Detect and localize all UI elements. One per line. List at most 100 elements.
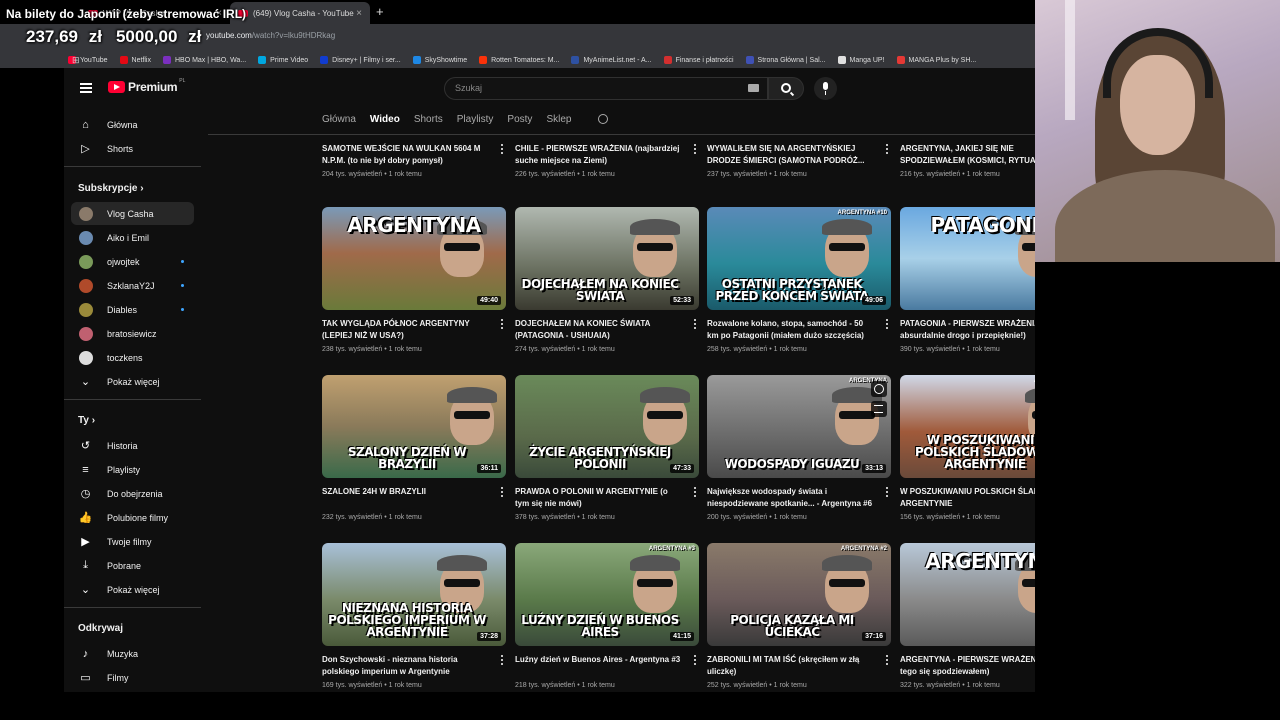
bookmark-item[interactable]: Prime Video <box>258 56 308 64</box>
video-title[interactable]: Rozwalone kolano, stopa, samochód - 50 k… <box>707 318 875 342</box>
sidebar-item-movies[interactable]: ▭ Filmy <box>71 666 194 689</box>
bookmark-label: MyAnimeList.net - A... <box>583 56 652 64</box>
sidebar-item-watch-later[interactable]: ◷ Do obejrzenia <box>71 482 194 505</box>
video-thumbnail[interactable]: LUŹNY DZIEŃ W BUENOS AIRES ARGENTYNA #3 41… <box>515 543 699 646</box>
more-actions-icon[interactable] <box>886 319 889 329</box>
video-title[interactable]: ZABRONILI MI TAM IŚĆ (skręciłem w złą ul… <box>707 654 875 678</box>
sidebar-item-your-videos[interactable]: ▶ Twoje filmy <box>71 530 194 553</box>
bookmark-item[interactable]: Strona Główna | Sal... <box>745 56 826 64</box>
you-heading[interactable]: Ty › <box>78 415 95 426</box>
sidebar-subscription[interactable]: Vlog Casha <box>71 202 194 225</box>
video-card[interactable]: LUŹNY DZIEŃ W BUENOS AIRES ARGENTYNA #3 41… <box>515 543 699 689</box>
more-actions-icon[interactable] <box>501 144 504 154</box>
video-card[interactable]: SZALONY DZIEŃ W BRAZYLII 36:11 SZALONE 24H… <box>322 375 506 521</box>
video-thumbnail[interactable]: SZALONY DZIEŃ W BRAZYLII 36:11 <box>322 375 506 478</box>
search-button[interactable] <box>768 77 804 100</box>
video-thumbnail[interactable]: DOJECHAŁEM NA KONIEC ŚWIATA 52:33 <box>515 207 699 310</box>
video-title[interactable]: Największe wodospady świata i niespodzie… <box>707 486 875 510</box>
bookmark-item[interactable]: Disney+ | Filmy i ser... <box>320 56 401 64</box>
video-title[interactable]: SZALONE 24H W BRAZYLII <box>322 486 490 510</box>
video-card[interactable]: OSTATNI PRZYSTANEK PRZED KOŃCEM ŚWIATA AR… <box>707 207 891 353</box>
bookmark-item[interactable]: MANGA Plus by SH... <box>896 56 976 64</box>
upload-age: 1 rok temu <box>966 171 1000 178</box>
new-tab-icon[interactable]: + <box>376 4 384 19</box>
sidebar-item-music[interactable]: ♪ Muzyka <box>71 642 194 665</box>
show-more-subscriptions[interactable]: ⌄ Pokaż więcej <box>71 370 194 393</box>
kebab-dot <box>886 148 888 150</box>
bookmark-item[interactable]: MyAnimeList.net - A... <box>571 56 652 64</box>
video-thumbnail[interactable]: POLICJA KAZAŁA MI UCIEKAĆ ARGENTYNA #2 37:… <box>707 543 891 646</box>
video-card[interactable]: NIEZNANA HISTORIA POLSKIEGO IMPERIUM W A… <box>322 543 506 689</box>
subscriptions-heading[interactable]: Subskrypcje › <box>78 183 144 194</box>
video-title[interactable]: Luźny dzień w Buenos Aires - Argentyna #… <box>515 654 683 678</box>
channel-tab[interactable]: Wideo <box>370 114 400 125</box>
channel-tab[interactable]: Shorts <box>414 114 443 125</box>
video-title[interactable]: Don Szychowski - nieznana historia polsk… <box>322 654 490 678</box>
sidebar-subscription[interactable]: Diables <box>71 298 194 321</box>
url-text[interactable]: youtube.com/watch?v=lku9tHDRkag <box>206 31 335 40</box>
sidebar-item-shorts[interactable]: ▷ Shorts <box>71 137 194 160</box>
video-thumbnail[interactable]: OSTATNI PRZYSTANEK PRZED KOŃCEM ŚWIATA AR… <box>707 207 891 310</box>
video-card[interactable]: ARGENTYNA 49:40 TAK WYGLĄDA PÓŁNOC ARGENTY… <box>322 207 506 353</box>
sidebar-subscription[interactable]: Aiko i Emil <box>71 226 194 249</box>
search-input[interactable]: Szukaj <box>444 77 768 100</box>
sidebar-subscription[interactable]: toczkens <box>71 346 194 369</box>
video-card[interactable]: WODOSPADY IGUAZU ARGENTYNA 33:13 Największe… <box>707 375 891 521</box>
add-to-queue-icon[interactable] <box>871 401 887 417</box>
video-title[interactable]: PRAWDA O POLONII W ARGENTYNIE (o tym się… <box>515 486 683 510</box>
more-actions-icon[interactable] <box>886 487 889 497</box>
video-thumbnail[interactable]: ŻYCIE ARGENTYŃSKIEJ POLONII 47:33 <box>515 375 699 478</box>
sidebar-subscription[interactable]: SzklanaY2J <box>71 274 194 297</box>
bookmark-item[interactable]: Manga UP! <box>837 56 885 64</box>
more-actions-icon[interactable] <box>694 319 697 329</box>
video-title[interactable]: WYWALIŁEM SIĘ NA ARGENTYŃSKIEJ DRODZE ŚM… <box>707 143 875 167</box>
video-card[interactable]: POLICJA KAZAŁA MI UCIEKAĆ ARGENTYNA #2 37:… <box>707 543 891 689</box>
close-tab-icon[interactable]: × <box>356 8 362 19</box>
sidebar-item-playlists[interactable]: ≡ Playlisty <box>71 458 194 481</box>
apps-grid-icon[interactable]: ⊞ <box>72 55 80 66</box>
bookmark-item[interactable]: HBO Max | HBO, Wa... <box>162 56 246 64</box>
menu-icon[interactable] <box>80 83 92 93</box>
bookmark-item[interactable]: Finanse i płatności <box>663 56 734 64</box>
sidebar-subscription[interactable]: bratosiewicz <box>71 322 194 345</box>
channel-tab[interactable]: Posty <box>507 114 532 125</box>
more-actions-icon[interactable] <box>694 655 697 665</box>
voice-search-button[interactable] <box>814 77 837 100</box>
bookmark-item[interactable]: Netflix <box>119 56 151 64</box>
more-actions-icon[interactable] <box>886 144 889 154</box>
video-card[interactable]: DOJECHAŁEM NA KONIEC ŚWIATA 52:33 DOJECHAŁ… <box>515 207 699 353</box>
video-card[interactable]: SAMOTNE WEJŚCIE NA WULKAN 5604 M N.P.M. … <box>322 135 506 178</box>
sidebar-item-home[interactable]: ⌂ Główna <box>71 113 194 136</box>
bookmark-item[interactable]: Rotten Tomatoes: M... <box>479 56 559 64</box>
more-actions-icon[interactable] <box>694 487 697 497</box>
channel-search-icon[interactable] <box>598 114 608 124</box>
bookmark-item[interactable]: SkyShowtime <box>412 56 467 64</box>
more-actions-icon[interactable] <box>501 655 504 665</box>
sidebar-item-history[interactable]: ↺ Historia <box>71 434 194 457</box>
channel-tab[interactable]: Playlisty <box>457 114 494 125</box>
video-card[interactable]: CHILE - PIERWSZE WRAŻENIA (najbardziej s… <box>515 135 699 178</box>
video-card[interactable]: WYWALIŁEM SIĘ NA ARGENTYŃSKIEJ DRODZE ŚM… <box>707 135 891 178</box>
sidebar-subscription[interactable]: ojwojtek <box>71 250 194 273</box>
sidebar-item-like[interactable]: 👍 Polubione filmy <box>71 506 194 529</box>
more-actions-icon[interactable] <box>886 655 889 665</box>
sidebar-item-chevron-down[interactable]: ⌄ Pokaż więcej <box>71 578 194 601</box>
channel-tab[interactable]: Sklep <box>546 114 571 125</box>
watch-later-icon[interactable] <box>871 381 887 397</box>
more-actions-icon[interactable] <box>501 319 504 329</box>
more-actions-icon[interactable] <box>694 144 697 154</box>
browser-tab-active[interactable]: (649) Vlog Casha - YouTube × <box>230 2 370 24</box>
more-actions-icon[interactable] <box>501 487 504 497</box>
sidebar-item-download[interactable]: ⤓ Pobrane <box>71 554 194 577</box>
video-title[interactable]: SAMOTNE WEJŚCIE NA WULKAN 5604 M N.P.M. … <box>322 143 490 167</box>
video-thumbnail[interactable]: ARGENTYNA 49:40 <box>322 207 506 310</box>
channel-tab[interactable]: Główna <box>322 114 356 125</box>
video-title[interactable]: TAK WYGLĄDA PÓŁNOC ARGENTYNY (LEPIEJ NIŻ… <box>322 318 490 342</box>
video-title[interactable]: DOJECHAŁEM NA KONIEC ŚWIATA (PATAGONIA -… <box>515 318 683 342</box>
youtube-logo[interactable]: Premium PL <box>108 78 185 94</box>
video-card[interactable]: ŻYCIE ARGENTYŃSKIEJ POLONII 47:33 PRAWDA O… <box>515 375 699 521</box>
video-thumbnail[interactable]: NIEZNANA HISTORIA POLSKIEGO IMPERIUM W A… <box>322 543 506 646</box>
video-thumbnail[interactable]: WODOSPADY IGUAZU ARGENTYNA 33:13 <box>707 375 891 478</box>
keyboard-icon[interactable] <box>748 84 759 92</box>
video-title[interactable]: CHILE - PIERWSZE WRAŻENIA (najbardziej s… <box>515 143 683 167</box>
